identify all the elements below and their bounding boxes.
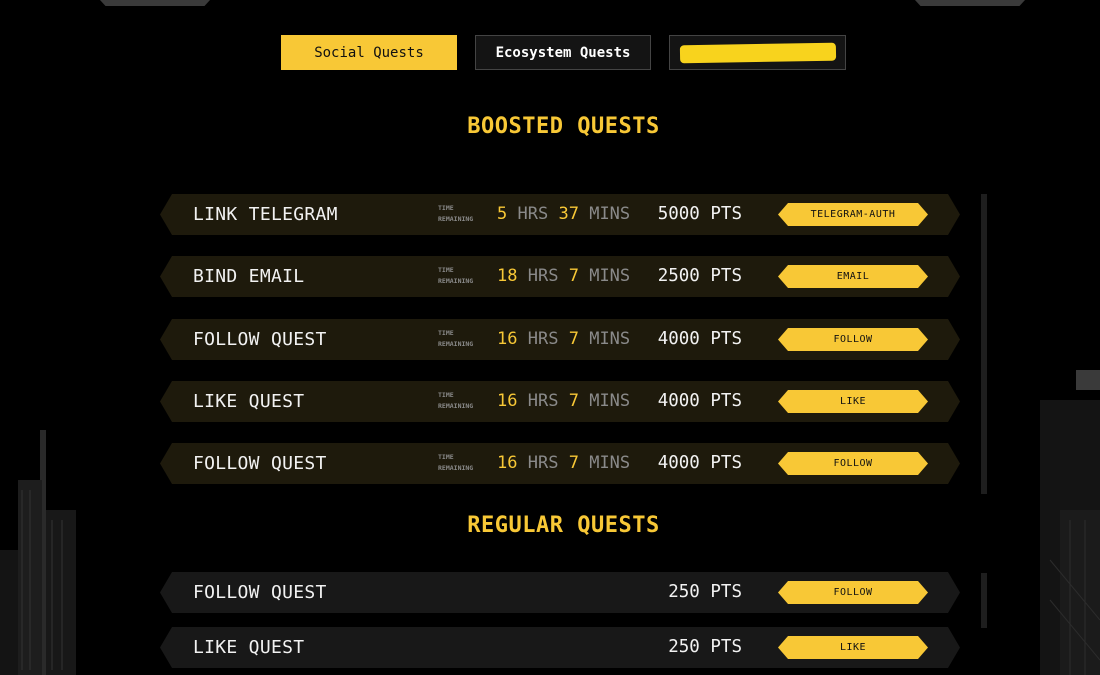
quest-row: LIKE QUEST 250 PTS LIKE bbox=[160, 627, 960, 668]
follow-button[interactable]: FOLLOW bbox=[778, 452, 928, 475]
time-remaining-label: TIME REMAINING bbox=[438, 266, 474, 285]
regular-quests-heading: REGULAR QUESTS bbox=[467, 513, 660, 538]
quest-name: LIKE QUEST bbox=[193, 637, 305, 658]
time-remaining-label: TIME REMAINING bbox=[438, 204, 474, 223]
quest-name: FOLLOW QUEST bbox=[193, 453, 327, 474]
time-remaining-label: TIME REMAINING bbox=[438, 453, 474, 472]
time-remaining-value: 16 HRS 7 MINS bbox=[497, 453, 631, 473]
quest-name: BIND EMAIL bbox=[193, 266, 305, 287]
boosted-quests-heading: BOOSTED QUESTS bbox=[467, 114, 660, 139]
like-button[interactable]: LIKE bbox=[778, 390, 928, 413]
quest-name: FOLLOW QUEST bbox=[193, 582, 327, 603]
quest-name: LIKE QUEST bbox=[193, 391, 305, 412]
follow-button[interactable]: FOLLOW bbox=[778, 328, 928, 351]
time-remaining-value: 16 HRS 7 MINS bbox=[497, 391, 631, 411]
tab-social-quests[interactable]: Social Quests bbox=[281, 35, 457, 70]
quest-row: LINK TELEGRAM TIME REMAINING 5 HRS 37 MIN… bbox=[160, 194, 960, 235]
quest-row: BIND EMAIL TIME REMAINING 18 HRS 7 MINS 2… bbox=[160, 256, 960, 297]
quest-points: 5000 PTS bbox=[657, 204, 742, 224]
quest-points: 250 PTS bbox=[668, 582, 742, 602]
tab-ecosystem-quests[interactable]: Ecosystem Quests bbox=[475, 35, 651, 70]
email-button[interactable]: EMAIL bbox=[778, 265, 928, 288]
boosted-scrollbar[interactable] bbox=[981, 194, 987, 494]
quest-row: FOLLOW QUEST TIME REMAINING 16 HRS 7 MINS… bbox=[160, 443, 960, 484]
follow-button[interactable]: FOLLOW bbox=[778, 581, 928, 604]
time-remaining-value: 16 HRS 7 MINS bbox=[497, 329, 631, 349]
tab-redacted[interactable] bbox=[669, 35, 846, 70]
regular-scrollbar[interactable] bbox=[981, 573, 987, 628]
time-remaining-label: TIME REMAINING bbox=[438, 391, 474, 410]
redaction-mark bbox=[679, 42, 836, 63]
quest-row: FOLLOW QUEST TIME REMAINING 16 HRS 7 MINS… bbox=[160, 319, 960, 360]
quest-row: LIKE QUEST TIME REMAINING 16 HRS 7 MINS 4… bbox=[160, 381, 960, 422]
quest-points: 4000 PTS bbox=[657, 329, 742, 349]
quest-name: FOLLOW QUEST bbox=[193, 329, 327, 350]
time-remaining-label: TIME REMAINING bbox=[438, 329, 474, 348]
telegram-auth-button[interactable]: TELEGRAM-AUTH bbox=[778, 203, 928, 226]
header-decoration-right bbox=[915, 0, 1025, 6]
quest-points: 4000 PTS bbox=[657, 453, 742, 473]
quest-points: 250 PTS bbox=[668, 637, 742, 657]
quest-row: FOLLOW QUEST 250 PTS FOLLOW bbox=[160, 572, 960, 613]
like-button[interactable]: LIKE bbox=[778, 636, 928, 659]
quest-points: 4000 PTS bbox=[657, 391, 742, 411]
quest-name: LINK TELEGRAM bbox=[193, 204, 338, 225]
header-decoration-left bbox=[100, 0, 210, 6]
time-remaining-value: 5 HRS 37 MINS bbox=[497, 204, 631, 224]
time-remaining-value: 18 HRS 7 MINS bbox=[497, 266, 631, 286]
quest-points: 2500 PTS bbox=[657, 266, 742, 286]
city-skyline-left bbox=[0, 430, 76, 675]
